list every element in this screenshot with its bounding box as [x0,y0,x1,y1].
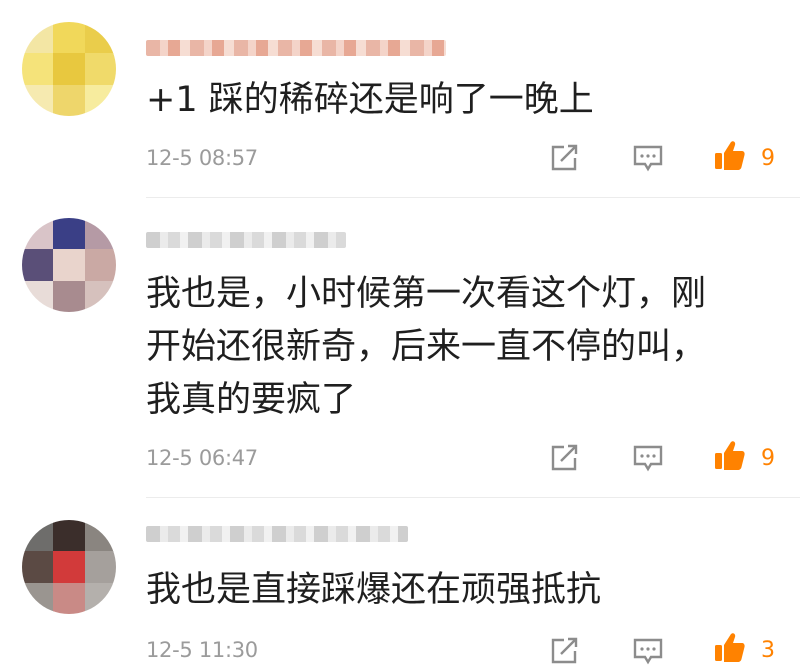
like-count: 9 [761,446,775,471]
avatar-mosaic-cell [22,218,54,250]
like-button[interactable] [712,630,748,664]
avatar-mosaic-cell [84,582,116,614]
avatar-mosaic-cell [53,218,86,250]
avatar-mosaic-cell [84,84,116,116]
avatar-mosaic-cell [22,582,54,614]
like-count: 9 [761,146,775,171]
avatar-mosaic-cell [53,582,86,614]
comment-text: +1 踩的稀碎还是响了一晚上 [146,80,594,120]
username-blurred[interactable] [146,40,446,56]
avatar-mosaic-cell [84,53,116,86]
comment-item: 我也是，小时候第一次看这个灯，刚 开始还很新奇，后来一直不停的叫， 我真的要疯了… [0,198,800,498]
avatar-mosaic-cell [53,520,86,552]
avatar-mosaic-cell [53,551,86,584]
username-blurred[interactable] [146,232,346,248]
avatar-mosaic-cell [53,84,86,116]
avatar[interactable] [22,218,116,312]
avatar-mosaic-cell [84,22,116,54]
comment-item: 我也是直接踩爆还在顽强抵抗 12-5 11:30 3 [0,498,800,665]
comment-text: 我也是，小时候第一次看这个灯，刚 开始还很新奇，后来一直不停的叫， 我真的要疯了 [146,274,707,420]
repost-button[interactable] [546,441,582,475]
avatar-mosaic-cell [22,520,54,552]
thumbs-up-icon [715,633,745,662]
avatar-mosaic-cell [22,53,54,86]
comment-button[interactable] [630,441,666,475]
comment-text: 我也是直接踩爆还在顽强抵抗 [146,570,602,610]
share-square-icon [551,444,578,471]
avatar-mosaic-cell [53,53,86,86]
avatar-mosaic-cell [22,551,54,584]
avatar-mosaic-cell [22,22,54,54]
share-square-icon [551,144,578,171]
share-square-icon [551,637,578,664]
comment-bubble-icon [633,638,663,665]
comment-item: +1 踩的稀碎还是响了一晚上 12-5 08:57 9 [0,0,800,198]
comment-time: 12-5 08:57 [146,146,258,170]
avatar-mosaic-cell [53,280,86,312]
avatar-mosaic-cell [53,22,86,54]
thumbs-up-icon [715,441,745,470]
avatar-mosaic-cell [84,280,116,312]
comment-button[interactable] [630,634,666,668]
repost-button[interactable] [546,141,582,175]
comment-time: 12-5 06:47 [146,446,258,470]
avatar[interactable] [22,520,116,614]
avatar-mosaic-cell [84,520,116,552]
avatar-mosaic-cell [22,84,54,116]
comment-bubble-icon [633,145,663,172]
avatar-mosaic-cell [84,218,116,250]
avatar-mosaic-cell [84,249,116,282]
like-count: 3 [761,638,775,663]
avatar-mosaic-cell [22,280,54,312]
comment-button[interactable] [630,141,666,175]
comment-time: 12-5 11:30 [146,638,258,662]
avatar-mosaic-cell [53,249,86,282]
avatar-mosaic-cell [84,551,116,584]
like-button[interactable] [712,138,748,172]
username-blurred[interactable] [146,526,408,542]
comment-bubble-icon [633,445,663,472]
avatar[interactable] [22,22,116,116]
avatar-mosaic-cell [22,249,54,282]
thumbs-up-icon [715,141,745,170]
repost-button[interactable] [546,634,582,668]
like-button[interactable] [712,438,748,472]
